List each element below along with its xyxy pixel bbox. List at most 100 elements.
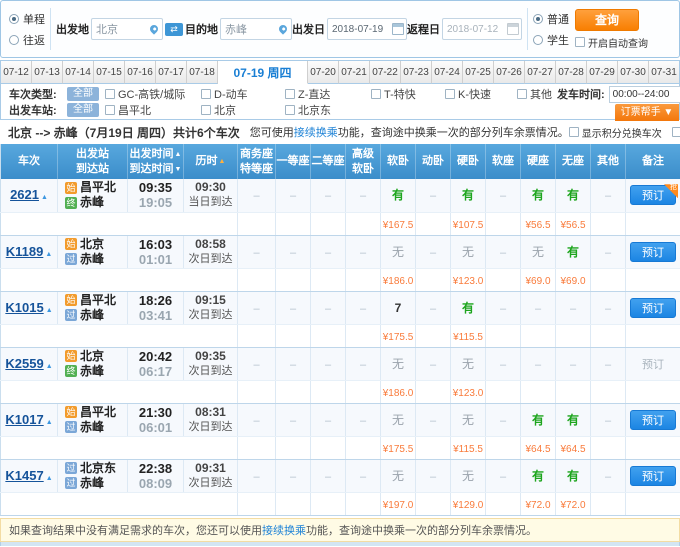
depart-station-all-tag[interactable]: 全部 bbox=[67, 103, 99, 117]
depart-time-select[interactable]: 00:00--24:00 ▼ bbox=[609, 86, 680, 103]
seat-cell: 有 bbox=[451, 291, 486, 324]
calendar-icon[interactable] bbox=[392, 23, 404, 35]
date-tab[interactable]: 07-14 bbox=[63, 61, 94, 84]
price-cell bbox=[591, 324, 626, 347]
train-type-option[interactable]: D-动车 bbox=[201, 86, 285, 102]
date-tab[interactable]: 07-19 周四 bbox=[218, 61, 308, 84]
booking-helper-button[interactable]: 订票帮手 ▼ bbox=[615, 104, 679, 121]
date-tab[interactable]: 07-26 bbox=[494, 61, 525, 84]
trip-type-option[interactable]: 单程 bbox=[9, 11, 45, 27]
book-button[interactable]: 预订 bbox=[630, 242, 676, 262]
trip-type-radio[interactable] bbox=[9, 35, 19, 45]
stations-cell: 始昌平北过赤峰 bbox=[58, 403, 128, 436]
date-tab[interactable]: 07-13 bbox=[32, 61, 63, 84]
book-button[interactable]: 预订抢 bbox=[630, 185, 676, 205]
train-code-link[interactable]: K1457 bbox=[5, 468, 43, 483]
duration-value: 09:35 bbox=[184, 349, 237, 364]
price-value: ¥197.0 bbox=[383, 500, 414, 511]
depart-station-checkbox[interactable] bbox=[285, 105, 295, 115]
train-type-option-label: K-快速 bbox=[458, 86, 491, 102]
auto-query-checkbox[interactable] bbox=[575, 37, 585, 47]
swap-stations-icon[interactable]: ⇄ bbox=[165, 23, 183, 36]
date-tab[interactable]: 07-29 bbox=[587, 61, 618, 84]
expand-arrow-icon[interactable]: ▲ bbox=[46, 307, 53, 314]
book-button[interactable]: 预订 bbox=[630, 298, 676, 318]
date-tab[interactable]: 07-17 bbox=[156, 61, 187, 84]
train-type-option[interactable]: Z-直达 bbox=[285, 86, 371, 102]
depart-station-option[interactable]: 北京东 bbox=[285, 102, 371, 118]
calendar-icon[interactable] bbox=[507, 23, 519, 35]
transfer-link[interactable]: 接续换乘 bbox=[294, 127, 338, 139]
return-date-field: 返程日 bbox=[407, 18, 522, 40]
station-name: 北京东 bbox=[80, 461, 116, 476]
train-code-link[interactable]: K2559 bbox=[5, 356, 43, 371]
train-type-checkbox[interactable] bbox=[105, 89, 115, 99]
train-type-all-tag[interactable]: 全部 bbox=[67, 87, 99, 101]
show-points-trains-option[interactable]: 显示积分兑换车次 bbox=[569, 125, 662, 140]
date-tab[interactable]: 07-23 bbox=[401, 61, 432, 84]
train-code-link[interactable]: K1015 bbox=[5, 300, 43, 315]
passenger-type-radio[interactable] bbox=[533, 14, 543, 24]
date-tab[interactable]: 07-24 bbox=[432, 61, 463, 84]
passenger-type-radio[interactable] bbox=[533, 35, 543, 45]
train-type-option[interactable]: T-特快 bbox=[371, 86, 445, 102]
seat-cell: 有 bbox=[556, 403, 591, 436]
date-tab[interactable]: 07-18 bbox=[187, 61, 218, 84]
auto-query-option[interactable]: 开启自动查询 bbox=[575, 35, 648, 50]
show-all-bookable-option[interactable]: 显示全部可预订车次 bbox=[672, 125, 680, 140]
expand-arrow-icon[interactable]: ▲ bbox=[46, 419, 53, 426]
sort-arrow-icon[interactable]: ▲ bbox=[219, 158, 226, 165]
depart-station-checkbox[interactable] bbox=[201, 105, 211, 115]
train-code-link[interactable]: 2621 bbox=[10, 187, 39, 202]
train-type-checkbox[interactable] bbox=[285, 89, 295, 99]
train-type-option[interactable]: K-快速 bbox=[445, 86, 517, 102]
expand-arrow-icon[interactable]: ▲ bbox=[41, 194, 48, 201]
train-code-link[interactable]: K1017 bbox=[5, 412, 43, 427]
search-button[interactable]: 查询 bbox=[575, 9, 639, 31]
train-type-checkbox[interactable] bbox=[201, 89, 211, 99]
expand-arrow-icon[interactable]: ▲ bbox=[46, 475, 53, 482]
transfer-link[interactable]: 接续换乘 bbox=[262, 522, 306, 538]
date-tab[interactable]: 07-16 bbox=[125, 61, 156, 84]
date-tab[interactable]: 07-15 bbox=[94, 61, 125, 84]
train-type-checkbox[interactable] bbox=[371, 89, 381, 99]
date-tab[interactable]: 07-21 bbox=[339, 61, 370, 84]
book-button[interactable]: 预订 bbox=[630, 466, 676, 486]
train-type-option[interactable]: 其他 bbox=[517, 86, 557, 102]
price-cell bbox=[486, 324, 521, 347]
book-button[interactable]: 预订 bbox=[630, 410, 676, 430]
train-code-link[interactable]: K1189 bbox=[6, 244, 44, 259]
sort-arrow-icon[interactable]: ▲ bbox=[175, 151, 182, 158]
passenger-type-option[interactable]: 普通 bbox=[533, 11, 569, 27]
expand-arrow-icon[interactable]: ▲ bbox=[45, 251, 52, 258]
footer-tip-bar: 如果查询结果中没有满足需求的车次，您还可以使用接续换乘 功能，查询途中换乘一次的… bbox=[0, 518, 680, 542]
passenger-type-option[interactable]: 学生 bbox=[533, 32, 569, 48]
price-value: ¥72.0 bbox=[560, 500, 585, 511]
train-type-option[interactable]: GC-高铁/城际 bbox=[105, 86, 201, 102]
sort-arrow-icon[interactable]: ▼ bbox=[175, 166, 182, 173]
show-points-trains-checkbox[interactable] bbox=[569, 127, 579, 137]
train-type-label: 车次类型: bbox=[9, 86, 67, 102]
date-tab[interactable]: 07-12 bbox=[1, 61, 32, 84]
station-badge-end: 终 bbox=[65, 365, 77, 377]
trip-type-option[interactable]: 往返 bbox=[9, 32, 45, 48]
date-tab[interactable]: 07-22 bbox=[370, 61, 401, 84]
train-type-checkbox[interactable] bbox=[445, 89, 455, 99]
train-type-checkbox[interactable] bbox=[517, 89, 527, 99]
station-badge-start: 始 bbox=[65, 406, 77, 418]
date-tab[interactable]: 07-20 bbox=[308, 61, 339, 84]
date-tab[interactable]: 07-25 bbox=[463, 61, 494, 84]
depart-station-checkbox[interactable] bbox=[105, 105, 115, 115]
price-cell bbox=[276, 380, 311, 403]
date-tab[interactable]: 07-30 bbox=[618, 61, 649, 84]
expand-arrow-icon[interactable]: ▲ bbox=[46, 363, 53, 370]
date-tab[interactable]: 07-27 bbox=[525, 61, 556, 84]
trip-type-radio[interactable] bbox=[9, 14, 19, 24]
column-header-2[interactable]: 出发时间▲到达时间▼ bbox=[128, 144, 184, 179]
depart-station-option[interactable]: 昌平北 bbox=[105, 102, 201, 118]
show-all-bookable-checkbox[interactable] bbox=[672, 127, 680, 137]
column-header-3[interactable]: 历时▲ bbox=[184, 144, 238, 179]
depart-station-option[interactable]: 北京 bbox=[201, 102, 285, 118]
date-tab[interactable]: 07-28 bbox=[556, 61, 587, 84]
date-tab[interactable]: 07-31 bbox=[649, 61, 679, 84]
